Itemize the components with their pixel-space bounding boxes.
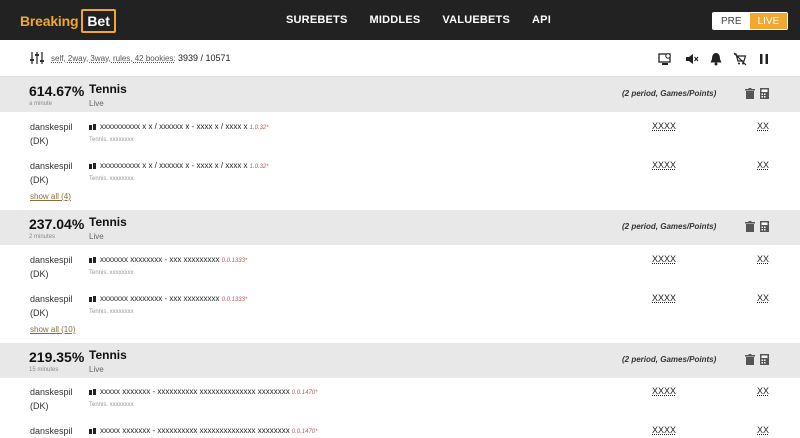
- stake-value[interactable]: XX: [757, 160, 769, 170]
- stake-value[interactable]: XX: [757, 254, 769, 264]
- event-name[interactable]: xxxxx xxxxxxx - xxxxxxxxxx xxxxxxxxxxxxx…: [100, 387, 317, 396]
- brand-name-part1: Breaking: [20, 12, 79, 29]
- event-sub: Tennis. xxxxxxxx: [89, 270, 134, 276]
- calculator-icon[interactable]: [760, 88, 769, 99]
- bell-icon[interactable]: [709, 52, 723, 66]
- filter-summary-link[interactable]: self, 2way, 3way, rules, 42 bookies:: [51, 54, 176, 63]
- brand-logo[interactable]: Breaking Bet: [20, 7, 116, 34]
- sport-label: Tennis: [89, 215, 127, 229]
- surebet-group: 614.67% Tennis a minute Live (2 period, …: [0, 77, 800, 210]
- bookmaker-name[interactable]: danskespil (DK): [30, 253, 73, 281]
- calculator-icon[interactable]: [760, 221, 769, 232]
- bookmaker-name[interactable]: danskespil (DK): [30, 120, 73, 148]
- trash-icon[interactable]: [745, 354, 755, 365]
- profit-percent: 219.35%: [29, 349, 85, 365]
- group-header: 614.67% Tennis a minute Live (2 period, …: [0, 77, 800, 112]
- age-label: a minute: [29, 101, 53, 107]
- event-name[interactable]: xxxxxxx xxxxxxxx - xxx xxxxxxxxx 0.0.1333…: [100, 294, 247, 303]
- live-status: Live: [89, 365, 104, 374]
- bookmaker-icon: [89, 389, 96, 395]
- main-nav: SUREBETS MIDDLES VALUEBETS API: [286, 0, 573, 40]
- bet-row: danskespil (DK) xxxxxxxxxx x x / xxxxxx x…: [0, 159, 800, 197]
- live-status: Live: [89, 232, 104, 241]
- event-sub: Tennis. xxxxxxxx: [89, 402, 134, 408]
- bookmaker-icon: [89, 163, 96, 169]
- bookmaker-icon: [89, 428, 96, 434]
- bet-count: 3939 / 10571: [178, 53, 231, 63]
- event-sub: Tennis. xxxxxxxx: [89, 309, 134, 315]
- event-name[interactable]: xxxxxxx xxxxxxxx - xxx xxxxxxxxx 0.0.1333…: [100, 255, 247, 264]
- mode-toggle: PRE LIVE: [712, 12, 789, 30]
- show-all-link[interactable]: show all (4): [30, 192, 71, 201]
- bet-row: danskespil xxxxx xxxxxxx - xxxxxxxxxx xx…: [0, 424, 800, 436]
- trash-icon[interactable]: [745, 88, 755, 99]
- event-name[interactable]: xxxxxxxxxx x x / xxxxxx x - xxxx x / xxx…: [100, 122, 269, 131]
- group-header: 237.04% Tennis 2 minutes Live (2 period,…: [0, 210, 800, 245]
- odds-value[interactable]: XXXX: [652, 254, 676, 264]
- mode-live-button[interactable]: LIVE: [749, 13, 788, 29]
- bookmaker-name[interactable]: danskespil (DK): [30, 159, 73, 187]
- sport-label: Tennis: [89, 348, 127, 362]
- event-name[interactable]: xxxxx xxxxxxx - xxxxxxxxxx xxxxxxxxxxxxx…: [100, 426, 317, 435]
- mode-pre-button[interactable]: PRE: [713, 13, 750, 29]
- nav-middles[interactable]: MIDDLES: [370, 14, 421, 26]
- bookmaker-icon: [89, 124, 96, 130]
- stake-value[interactable]: XX: [757, 293, 769, 303]
- filter-bar: self, 2way, 3way, rules, 42 bookies: 393…: [0, 40, 800, 77]
- odds-value[interactable]: XXXX: [652, 425, 676, 435]
- odds-value[interactable]: XXXX: [652, 293, 676, 303]
- bookmaker-name[interactable]: danskespil (DK): [30, 292, 73, 320]
- event-name[interactable]: xxxxxxxxxx x x / xxxxxx x - xxxx x / xxx…: [100, 161, 269, 170]
- sound-muted-icon[interactable]: [685, 52, 699, 66]
- bookmaker-name[interactable]: danskespil (DK): [30, 385, 73, 413]
- event-sub: Tennis. xxxxxxxx: [89, 137, 134, 143]
- profit-percent: 237.04%: [29, 216, 85, 232]
- surebet-group: 237.04% Tennis 2 minutes Live (2 period,…: [0, 210, 800, 343]
- stake-value[interactable]: XX: [757, 386, 769, 396]
- trash-icon[interactable]: [745, 221, 755, 232]
- surebet-group: 219.35% Tennis 15 minutes Live (2 period…: [0, 343, 800, 436]
- age-label: 15 minutes: [29, 367, 59, 373]
- brand-name-part2: Bet: [81, 8, 116, 33]
- bookmaker-icon: [89, 296, 96, 302]
- bet-row: danskespil (DK) xxxxxxx xxxxxxxx - xxx xx…: [0, 292, 800, 330]
- bet-row: danskespil (DK) xxxxx xxxxxxx - xxxxxxxxx…: [0, 385, 800, 423]
- live-status: Live: [89, 99, 104, 108]
- calculator-icon[interactable]: [760, 354, 769, 365]
- bet-row: danskespil (DK) xxxxxxxxxx x x / xxxxxx x…: [0, 120, 800, 158]
- bookmaker-icon: [89, 257, 96, 263]
- odds-value[interactable]: XXXX: [652, 160, 676, 170]
- market-label: (2 period, Games/Points): [622, 222, 717, 231]
- event-sub: Tennis. xxxxxxxx: [89, 176, 134, 182]
- monitor-settings-icon[interactable]: [658, 52, 672, 66]
- odds-value[interactable]: XXXX: [652, 121, 676, 131]
- nav-api[interactable]: API: [532, 14, 551, 26]
- nav-surebets[interactable]: SUREBETS: [286, 14, 348, 26]
- group-header: 219.35% Tennis 15 minutes Live (2 period…: [0, 343, 800, 378]
- age-label: 2 minutes: [29, 234, 56, 240]
- cart-off-icon[interactable]: [733, 52, 747, 66]
- sport-label: Tennis: [89, 82, 127, 96]
- nav-valuebets[interactable]: VALUEBETS: [442, 14, 510, 26]
- market-label: (2 period, Games/Points): [622, 355, 717, 364]
- profit-percent: 614.67%: [29, 83, 85, 99]
- bet-row: danskespil (DK) xxxxxxx xxxxxxxx - xxx xx…: [0, 253, 800, 291]
- show-all-link[interactable]: show all (10): [30, 325, 75, 334]
- odds-value[interactable]: XXXX: [652, 386, 676, 396]
- pause-icon[interactable]: [757, 52, 771, 66]
- stake-value[interactable]: XX: [757, 121, 769, 131]
- filter-sliders-icon[interactable]: [30, 51, 44, 65]
- stake-value[interactable]: XX: [757, 425, 769, 435]
- top-navbar: Breaking Bet SUREBETS MIDDLES VALUEBETS …: [0, 0, 800, 40]
- market-label: (2 period, Games/Points): [622, 89, 717, 98]
